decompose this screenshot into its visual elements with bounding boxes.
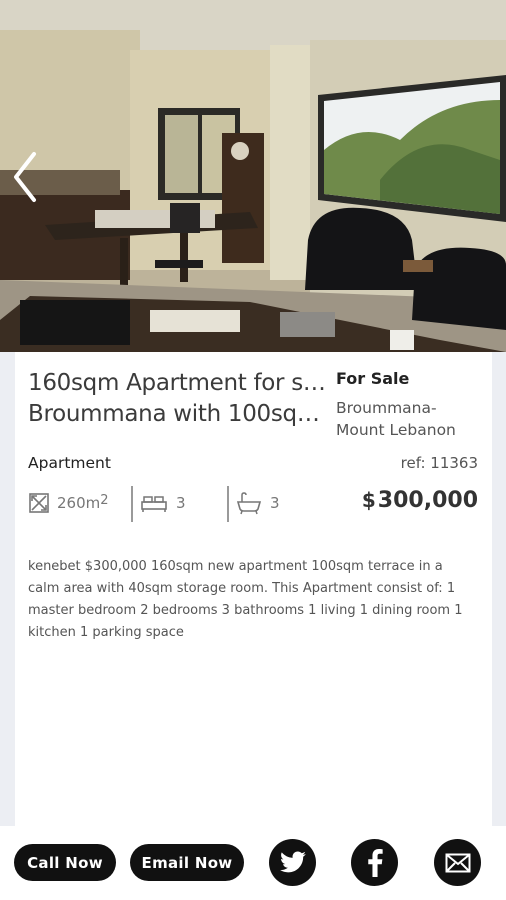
listing-title-line2: Broummana with 100sqm... [28,401,335,427]
office-interior-image [0,0,506,352]
listing-status: For Sale [336,369,410,388]
listing-photo[interactable] [0,0,506,352]
area-stat: 260m 2 [28,484,109,522]
price-value: 300,000 [377,488,478,513]
location-line1: Broummana- [336,399,437,417]
bedrooms-value: 3 [176,494,186,512]
facebook-icon [367,848,383,877]
action-bar: Call Now Email Now [0,826,506,900]
email-now-button[interactable]: Email Now [130,844,244,881]
location-line2: Mount Lebanon [336,421,456,439]
call-now-button[interactable]: Call Now [14,844,116,881]
stat-divider [131,486,133,522]
bathrooms-value: 3 [270,494,280,512]
stat-divider [227,486,229,522]
price-currency: $ [361,488,376,512]
reference-number: ref: 11363 [400,454,478,472]
bathrooms-stat: 3 [236,484,280,522]
listing-title: 160sqm Apartment for sale in Broummana w… [28,368,335,430]
mail-share-button[interactable] [434,839,481,886]
area-unit-sup: 2 [100,492,109,508]
listing-title-line1: 160sqm Apartment for sale in [28,370,335,396]
twitter-icon [279,850,306,872]
area-icon [29,493,49,513]
bathtub-icon [236,492,262,515]
twitter-share-button[interactable] [269,839,316,886]
facebook-share-button[interactable] [351,839,398,886]
area-value: 260m [57,494,101,512]
mail-icon [445,853,470,872]
listing-location: Broummana- Mount Lebanon [336,397,486,441]
chevron-left-icon[interactable] [10,150,40,204]
bedrooms-stat: 3 [140,484,186,522]
bed-icon [141,496,167,512]
listing-description: kenebet $300,000 160sqm new apartment 10… [28,559,463,640]
property-stats: 260m 2 3 3 [28,484,328,522]
listing-price: $300,000 [362,488,478,513]
property-type: Apartment [28,454,111,472]
listing-details-card: 160sqm Apartment for sale in Broummana w… [15,352,492,826]
